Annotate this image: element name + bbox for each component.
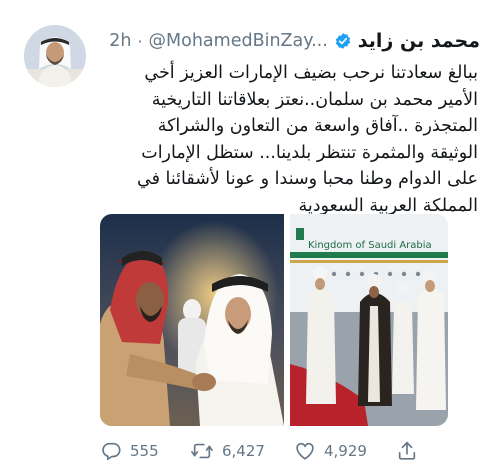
aircraft-livery-text: Kingdom of Saudi Arabia [308, 240, 432, 251]
like-button[interactable]: 4,929 [294, 438, 367, 464]
tweet-header: محمد بن زايد @MohamedBinZay... · 2h [20, 26, 480, 56]
tweet-text-line: المتجذرة ..آفاق واسعة من التعاون والشراك… [157, 116, 478, 136]
separator-dot: · [137, 31, 143, 51]
tweet-text-line: الأمير محمد بن سلمان..نعتز بعلاقاتنا الت… [151, 89, 478, 110]
tweet-text-line: الوثيقة والمثمرة تنتظر بلدينا... ستظل ال… [141, 142, 478, 163]
tweet-text: ببالغ سعادتنا نرحب بضيف الإمارات العزيز … [26, 60, 478, 219]
display-name[interactable]: محمد بن زايد [358, 30, 480, 52]
verified-badge-icon [335, 33, 350, 49]
retweet-count: 6,427 [222, 442, 265, 460]
retweet-icon [191, 443, 213, 459]
tweet-text-line: ببالغ سعادتنا نرحب بضيف الإمارات العزيز … [144, 63, 478, 83]
reply-count: 555 [130, 442, 159, 460]
share-button[interactable] [396, 438, 418, 464]
share-icon [398, 441, 416, 460]
reply-icon [102, 442, 121, 461]
tweet-text-line: على الدوام وطنا محبا وسندا و عونا لأشقائ… [137, 169, 478, 189]
media-photo-left[interactable] [100, 214, 284, 426]
like-count: 4,929 [324, 442, 367, 460]
tweet-media: Kingdom of Saudi Arabia [100, 214, 448, 426]
tweet-actions: 555 6,427 4,929 [100, 438, 500, 464]
timestamp[interactable]: 2h [109, 31, 131, 51]
retweet-button[interactable]: 6,427 [190, 438, 265, 464]
reply-button[interactable]: 555 [100, 438, 159, 464]
like-icon [296, 442, 314, 460]
user-handle[interactable]: @MohamedBinZay... [149, 31, 328, 51]
media-photo-right[interactable]: Kingdom of Saudi Arabia [290, 214, 448, 426]
